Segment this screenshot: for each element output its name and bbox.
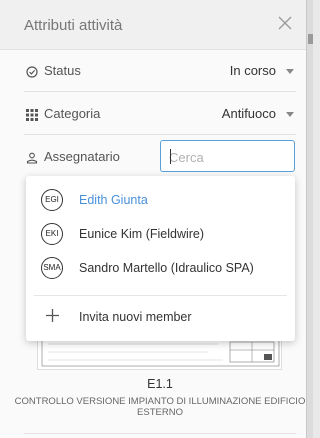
assignee-search-input[interactable] <box>169 148 287 166</box>
plus-icon <box>46 309 59 322</box>
grid-icon <box>26 108 38 121</box>
avatar: EKI <box>41 223 63 245</box>
status-value[interactable]: In corso <box>230 63 276 78</box>
invite-member-button[interactable]: Invita nuovi member <box>26 300 295 334</box>
person-icon <box>26 151 38 164</box>
panel-header: Attributi attività <box>0 0 306 50</box>
chevron-down-icon[interactable] <box>286 112 294 117</box>
status-label: Status <box>44 63 81 78</box>
categoria-value[interactable]: Antifuoco <box>222 106 276 121</box>
sheet-number: E1.1 <box>147 377 173 391</box>
assignee-search-field[interactable] <box>160 140 295 172</box>
assignee-option[interactable]: EGI Edith Giunta <box>26 183 295 217</box>
edge-line <box>306 0 307 438</box>
status-row[interactable]: Status In corso <box>24 50 296 92</box>
assignee-option[interactable]: EKI Eunice Kim (Fieldwire) <box>26 217 295 251</box>
categoria-label: Categoria <box>44 106 101 121</box>
text-cursor <box>170 149 171 164</box>
assegnatario-label: Assegnatario <box>44 149 120 164</box>
assignee-name: Eunice Kim (Fieldwire) <box>79 227 205 241</box>
dropdown-divider <box>34 295 287 296</box>
assignee-dropdown: EGI Edith Giunta EKI Eunice Kim (Fieldwi… <box>26 176 295 341</box>
avatar: SMA <box>41 257 63 279</box>
sheet-description: CONTROLLO VERSIONE IMPIANTO DI ILLUMINAZ… <box>14 396 306 418</box>
window-edge <box>306 0 313 438</box>
panel-title: Attributi attività <box>24 17 123 34</box>
sheet-thumbnail[interactable] <box>37 337 282 370</box>
assignee-option[interactable]: SMA Sandro Martello (Idraulico SPA) <box>26 251 295 285</box>
avatar: EGI <box>41 189 63 211</box>
categoria-row[interactable]: Categoria Antifuoco <box>24 93 296 135</box>
close-icon[interactable] <box>277 15 293 31</box>
divider <box>24 433 296 434</box>
edge-marker <box>308 34 313 44</box>
assignee-name: Sandro Martello (Idraulico SPA) <box>79 261 254 275</box>
chevron-down-icon[interactable] <box>286 69 294 74</box>
assignee-name: Edith Giunta <box>79 193 148 207</box>
clock-icon <box>26 65 38 78</box>
invite-label: Invita nuovi member <box>79 310 192 324</box>
task-attributes-panel: Attributi attività Status In corso Categ… <box>0 0 306 438</box>
